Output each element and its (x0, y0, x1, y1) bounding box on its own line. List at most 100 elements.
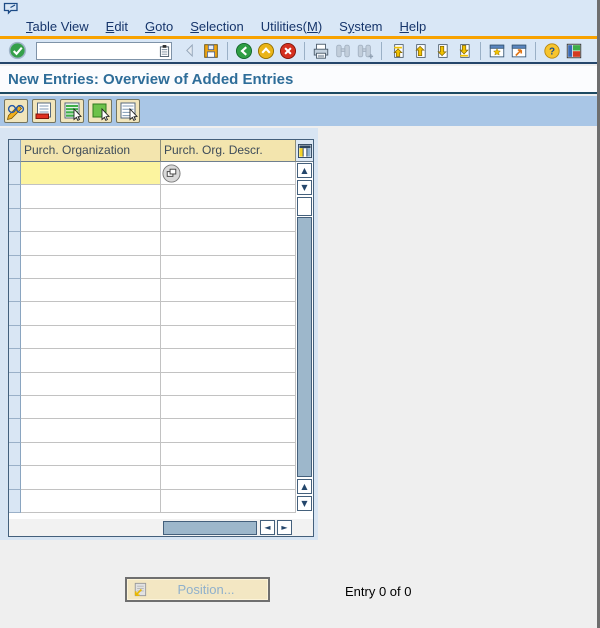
save-button[interactable] (201, 41, 221, 61)
find-next-button[interactable] (355, 41, 375, 61)
table-row[interactable] (9, 419, 296, 442)
purch-org-cell[interactable] (21, 209, 161, 232)
purch-org-descr-cell[interactable] (161, 443, 296, 466)
menu-system[interactable]: System (339, 19, 382, 34)
column-header-purch-org-descr[interactable]: Purch. Org. Descr. (161, 140, 296, 162)
purch-org-cell[interactable] (21, 466, 161, 489)
enter-button[interactable] (7, 41, 27, 61)
position-button[interactable]: Position... (125, 577, 270, 602)
horizontal-scrollbar[interactable]: ◄ ► (9, 519, 313, 536)
row-selector[interactable] (9, 279, 21, 302)
help-button[interactable]: ? (542, 41, 562, 61)
table-settings-button[interactable] (296, 140, 313, 162)
select-block-button[interactable] (88, 99, 112, 123)
scroll-left-button[interactable]: ◄ (260, 520, 275, 535)
create-shortcut-button[interactable] (509, 41, 529, 61)
purch-org-descr-cell[interactable] (161, 162, 296, 185)
row-selector[interactable] (9, 326, 21, 349)
scroll-up-button[interactable]: ▲ (297, 163, 312, 178)
find-button[interactable] (333, 41, 353, 61)
purch-org-descr-cell[interactable] (161, 490, 296, 513)
row-selector[interactable] (9, 490, 21, 513)
last-page-button[interactable] (454, 41, 474, 61)
purch-org-cell[interactable] (21, 349, 161, 372)
purch-org-cell[interactable] (21, 302, 161, 325)
table-row[interactable] (9, 232, 296, 255)
cancel-button[interactable] (278, 41, 298, 61)
row-selector[interactable] (9, 185, 21, 208)
purch-org-descr-cell[interactable] (161, 326, 296, 349)
purch-org-cell[interactable] (21, 326, 161, 349)
purch-org-descr-cell[interactable] (161, 349, 296, 372)
row-selector[interactable] (9, 302, 21, 325)
purch-org-cell[interactable] (21, 279, 161, 302)
table-row[interactable] (9, 490, 296, 513)
menu-utilities[interactable]: Utilities(M) (261, 19, 322, 34)
horizontal-scroll-thumb[interactable] (163, 521, 257, 535)
scroll-down-button-bottom[interactable]: ▼ (297, 496, 312, 511)
menu-help[interactable]: Help (400, 19, 427, 34)
table-row[interactable] (9, 185, 296, 208)
menu-edit[interactable]: Edit (106, 19, 128, 34)
purch-org-cell[interactable] (21, 162, 161, 185)
select-all-button[interactable] (60, 99, 84, 123)
scroll-up-button-bottom[interactable]: ▲ (297, 479, 312, 494)
row-selector[interactable] (9, 396, 21, 419)
purch-org-descr-cell[interactable] (161, 232, 296, 255)
command-input[interactable] (36, 42, 172, 60)
row-selector[interactable] (9, 349, 21, 372)
row-selector[interactable] (9, 466, 21, 489)
purch-org-cell[interactable] (21, 256, 161, 279)
new-session-button[interactable] (487, 41, 507, 61)
back-button[interactable] (234, 41, 254, 61)
purch-org-descr-cell[interactable] (161, 466, 296, 489)
table-row[interactable] (9, 326, 296, 349)
page-up-button[interactable] (410, 41, 430, 61)
table-row[interactable] (9, 302, 296, 325)
table-row[interactable] (9, 373, 296, 396)
table-row[interactable] (9, 349, 296, 372)
delete-selected-button[interactable] (32, 99, 56, 123)
purch-org-descr-cell[interactable] (161, 302, 296, 325)
row-selector[interactable] (9, 373, 21, 396)
print-button[interactable] (311, 41, 331, 61)
table-row[interactable] (9, 279, 296, 302)
customize-layout-button[interactable] (564, 41, 584, 61)
purch-org-descr-cell[interactable] (161, 256, 296, 279)
purch-org-descr-cell[interactable] (161, 419, 296, 442)
menu-selection[interactable]: Selection (190, 19, 243, 34)
row-selector[interactable] (9, 209, 21, 232)
row-selector[interactable] (9, 256, 21, 279)
table-row[interactable] (9, 466, 296, 489)
command-history-icon[interactable] (159, 44, 170, 58)
purch-org-cell[interactable] (21, 396, 161, 419)
change-display-button[interactable] (4, 99, 28, 123)
scroll-right-button[interactable]: ► (277, 520, 292, 535)
purch-org-descr-cell[interactable] (161, 396, 296, 419)
purch-org-cell[interactable] (21, 185, 161, 208)
purch-org-descr-cell[interactable] (161, 373, 296, 396)
column-header-purch-organization[interactable]: Purch. Organization (21, 140, 161, 162)
purch-org-cell[interactable] (21, 232, 161, 255)
vertical-scrollbar[interactable]: ▲ ▼ ▲ ▼ (296, 162, 313, 513)
exit-button[interactable] (256, 41, 276, 61)
row-selector[interactable] (9, 162, 21, 185)
table-row[interactable] (9, 209, 296, 232)
purch-org-descr-cell[interactable] (161, 185, 296, 208)
select-all-corner[interactable] (9, 140, 21, 162)
row-selector[interactable] (9, 419, 21, 442)
purch-org-descr-cell[interactable] (161, 279, 296, 302)
vertical-scroll-thumb[interactable] (297, 197, 312, 216)
row-selector[interactable] (9, 443, 21, 466)
vertical-scroll-track[interactable] (297, 217, 312, 477)
row-selector[interactable] (9, 232, 21, 255)
table-row-active[interactable] (9, 162, 296, 185)
first-page-button[interactable] (388, 41, 408, 61)
table-row[interactable] (9, 396, 296, 419)
purch-org-cell[interactable] (21, 419, 161, 442)
purch-org-cell[interactable] (21, 443, 161, 466)
scroll-left-button[interactable] (179, 41, 199, 61)
purch-org-cell[interactable] (21, 373, 161, 396)
purch-org-cell[interactable] (21, 490, 161, 513)
purch-org-descr-cell[interactable] (161, 209, 296, 232)
